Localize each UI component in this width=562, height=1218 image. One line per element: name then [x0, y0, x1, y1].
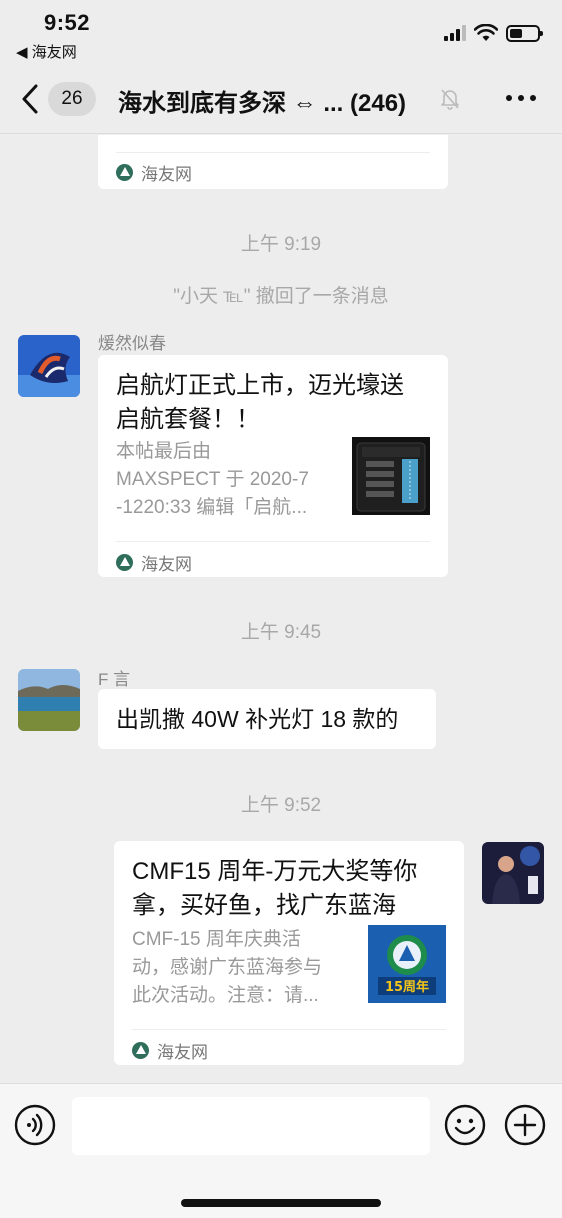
- member-count: (246): [350, 90, 407, 117]
- card-divider: [132, 1029, 446, 1030]
- dot-icon: [506, 95, 512, 101]
- chevron-left-icon[interactable]: [18, 82, 44, 116]
- source-name: 海友网: [141, 555, 192, 574]
- card-source: 海友网: [116, 160, 192, 185]
- landscape-avatar-icon: [18, 669, 80, 731]
- plus-icon[interactable]: [504, 1104, 546, 1146]
- fish-avatar-icon: [18, 335, 80, 397]
- my-avatar[interactable]: [482, 842, 544, 904]
- thumb-label: 15周年: [385, 979, 429, 995]
- status-icons: [444, 24, 543, 42]
- card-thumbnail: 15周年: [368, 925, 446, 1003]
- anniversary-logo-image: 15周年: [368, 925, 446, 1003]
- card-divider: [116, 152, 430, 153]
- chat-title: 海水到底有多深 ⇔ ... (246): [118, 83, 436, 118]
- sender-name: 煖然似春: [98, 334, 166, 353]
- source-name: 海友网: [157, 1043, 208, 1062]
- source-logo-icon: [116, 164, 133, 181]
- card-desc-line: 本帖最后由: [116, 441, 212, 462]
- link-card[interactable]: 启航灯正式上市，迈光壕送 启航套餐！！ 本帖最后由 MAXSPECT 于 202…: [98, 355, 448, 577]
- card-title-line: 拿，买好鱼，找广东蓝海: [132, 892, 396, 919]
- card-description: CMF-15 周年庆典活 动，感谢广东蓝海参与 此次活动。注意：请...: [132, 926, 322, 1010]
- status-time: 9:52: [44, 10, 91, 35]
- card-divider: [116, 541, 430, 542]
- emoji-icon[interactable]: [444, 1104, 486, 1146]
- card-description: 本帖最后由 MAXSPECT 于 2020-7 -1220:33 编辑「启航..…: [116, 438, 309, 522]
- source-logo-icon: [132, 1042, 149, 1059]
- text-message[interactable]: 出凯撒 40W 补光灯 18 款的: [98, 689, 436, 749]
- timestamp: 上午 9:52: [240, 795, 322, 816]
- dot-icon: [518, 95, 524, 101]
- back-to-app-link[interactable]: ◀ 海友网: [16, 41, 77, 62]
- card-desc-line: 此次活动。注意：请...: [132, 985, 319, 1006]
- mute-bell-icon: [441, 89, 459, 110]
- group-name: 海水到底有多深 ⇔ ...: [118, 90, 344, 117]
- more-options-button[interactable]: [506, 88, 536, 108]
- home-indicator[interactable]: [181, 1199, 381, 1207]
- wifi-icon: [474, 24, 498, 41]
- card-title-line: 启航套餐！！: [116, 406, 260, 433]
- card-desc-line: CMF-15 周年庆典活: [132, 929, 301, 950]
- link-card-previous[interactable]: 海友网: [98, 135, 448, 189]
- card-desc-line: -1220:33 编辑「启航...: [116, 497, 308, 518]
- card-title-line: 启航灯正式上市，迈光壕送: [116, 372, 404, 399]
- card-desc-line: MAXSPECT 于 2020-7: [116, 469, 309, 490]
- person-avatar-icon: [482, 842, 544, 904]
- message-list[interactable]: 海友网 上午 9:19 "小天 ℡" 撤回了一条消息 煖然似春 启航灯正式上市，…: [0, 135, 562, 1083]
- timestamp: 上午 9:45: [240, 622, 322, 643]
- avatar[interactable]: [18, 669, 80, 731]
- card-source: 海友网: [132, 1038, 208, 1063]
- sender-name: F 言: [98, 670, 131, 689]
- message-input[interactable]: [72, 1097, 430, 1155]
- timestamp: 上午 9:19: [240, 234, 322, 255]
- card-title: 启航灯正式上市，迈光壕送 启航套餐！！: [116, 369, 404, 437]
- card-source: 海友网: [116, 550, 192, 575]
- status-bar: 9:52 ◀ 海友网: [0, 0, 562, 64]
- unread-count-badge[interactable]: 26: [48, 82, 96, 116]
- light-controller-image: [352, 437, 430, 515]
- source-name: 海友网: [141, 165, 192, 184]
- card-thumbnail: [352, 437, 430, 515]
- input-bar: [0, 1083, 562, 1218]
- recall-notice: "小天 ℡" 撤回了一条消息: [173, 286, 389, 307]
- card-title-line: CMF15 周年-万元大奖等你: [132, 858, 418, 885]
- avatar[interactable]: [18, 335, 80, 397]
- link-card[interactable]: CMF15 周年-万元大奖等你 拿，买好鱼，找广东蓝海 CMF-15 周年庆典活…: [114, 841, 464, 1065]
- cellular-signal-icon: [444, 25, 466, 41]
- voice-input-icon[interactable]: [14, 1104, 56, 1146]
- dot-icon: [530, 95, 536, 101]
- chat-header: 26 海水到底有多深 ⇔ ... (246): [0, 64, 562, 134]
- card-desc-line: 动，感谢广东蓝海参与: [132, 957, 323, 978]
- card-title: CMF15 周年-万元大奖等你 拿，买好鱼，找广东蓝海: [132, 855, 417, 923]
- battery-icon: [506, 24, 543, 42]
- source-logo-icon: [116, 554, 133, 571]
